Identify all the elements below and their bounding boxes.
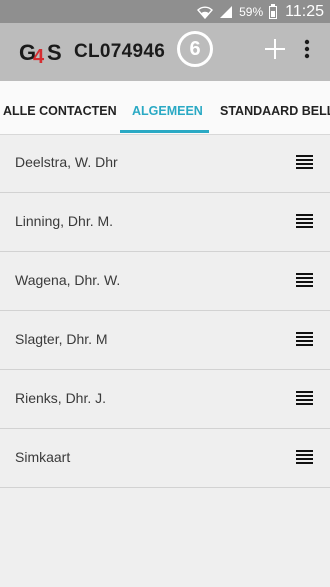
more-vert-icon[interactable] xyxy=(300,39,314,61)
reorder-icon[interactable] xyxy=(296,390,313,406)
svg-text:S: S xyxy=(47,40,62,65)
list-item[interactable]: Rienks, Dhr. J. xyxy=(0,370,330,429)
status-bar: 59% 11:25 xyxy=(0,0,330,23)
battery-percent: 59% xyxy=(239,4,264,19)
wifi-icon xyxy=(197,5,214,19)
contact-list: Deelstra, W. Dhr Linning, Dhr. M. Wagena… xyxy=(0,134,330,488)
svg-text:4: 4 xyxy=(33,46,45,65)
reorder-icon[interactable] xyxy=(296,449,313,465)
reorder-icon[interactable] xyxy=(296,154,313,170)
page-title: CL074946 xyxy=(74,41,166,62)
contact-name: Linning, Dhr. M. xyxy=(15,213,114,229)
list-item[interactable]: Deelstra, W. Dhr xyxy=(0,134,330,193)
app-bar: G 4 S CL074946 6 xyxy=(0,23,330,81)
contact-name: Rienks, Dhr. J. xyxy=(15,390,107,406)
battery-icon xyxy=(269,3,278,19)
tab-alle-contacten[interactable]: ALLE CONTACTEN xyxy=(3,81,117,134)
status-icons: 59% 11:25 xyxy=(197,0,324,23)
count-badge: 6 xyxy=(177,31,213,67)
reorder-icon[interactable] xyxy=(296,213,313,229)
add-icon[interactable] xyxy=(264,38,286,60)
contact-name: Slagter, Dhr. M xyxy=(15,331,108,347)
contact-name: Wagena, Dhr. W. xyxy=(15,272,121,288)
active-tab-indicator xyxy=(120,130,209,133)
list-item[interactable]: Linning, Dhr. M. xyxy=(0,193,330,252)
signal-icon xyxy=(220,5,233,18)
g4s-logo[interactable]: G 4 S xyxy=(19,39,69,65)
tab-algemeen[interactable]: ALGEMEEN xyxy=(132,81,203,134)
clock: 11:25 xyxy=(285,2,324,20)
contact-name: Simkaart xyxy=(15,449,71,465)
tab-bar: ALLE CONTACTEN ALGEMEEN STANDAARD BELLI xyxy=(0,81,330,135)
list-item[interactable]: Simkaart xyxy=(0,429,330,488)
reorder-icon[interactable] xyxy=(296,331,313,347)
contact-name: Deelstra, W. Dhr xyxy=(15,154,118,170)
list-item[interactable]: Wagena, Dhr. W. xyxy=(0,252,330,311)
tab-standaard-bellijst[interactable]: STANDAARD BELLI xyxy=(220,81,330,134)
reorder-icon[interactable] xyxy=(296,272,313,288)
list-item[interactable]: Slagter, Dhr. M xyxy=(0,311,330,370)
